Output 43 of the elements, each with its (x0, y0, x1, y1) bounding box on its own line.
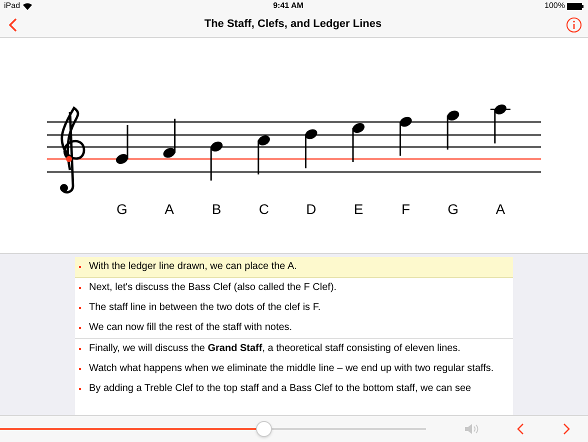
device-name: iPad (4, 0, 20, 12)
quarter-note (400, 116, 412, 156)
battery-percent: 100% (544, 0, 565, 12)
lesson-step[interactable]: We can now fill the rest of the staff with notes. (75, 318, 513, 338)
step-text: By adding a Treble Clef to the top staff and a Bass Clef to the bottom staff, we can see (89, 383, 472, 395)
note-label: A (496, 201, 506, 217)
lesson-step[interactable]: Finally, we will discuss the Grand Staff, a theoretical staff consisting of eleven lines. (75, 339, 513, 359)
progress-slider[interactable] (0, 421, 426, 437)
step-text: Next, let's discuss the Bass Clef (also called the F Clef). (89, 282, 337, 294)
quarter-note (304, 129, 318, 168)
lesson-step[interactable]: Next, let's discuss the Bass Clef (also called the F Clef). (75, 278, 513, 298)
step-text: Watch what happens when we eliminate the middle line – we end up with two regular staffs. (89, 363, 494, 375)
note-label: F (402, 201, 410, 217)
wifi-icon (23, 2, 32, 10)
battery-icon (567, 2, 584, 10)
note-label: G (448, 201, 459, 217)
quarter-note (258, 135, 270, 174)
quarter-note (163, 118, 176, 158)
lesson-step[interactable]: The staff line in between the two dots of the clef is F. (75, 298, 513, 318)
note-label: A (164, 201, 174, 217)
quarter-note (116, 125, 128, 164)
lesson-step[interactable]: By adding a Treble Clef to the top staff and a Bass Clef to the bottom staff, we can see (75, 379, 513, 399)
note-label: E (354, 201, 364, 217)
treble-clef-icon (60, 106, 86, 194)
quarter-note (210, 142, 223, 181)
quarter-note (446, 110, 460, 150)
status-time: 9:41 AM (273, 0, 304, 12)
slider-thumb[interactable] (256, 421, 272, 437)
info-button[interactable] (566, 16, 582, 32)
page-title: The Staff, Clefs, and Ledger Lines (204, 17, 382, 32)
note-label: D (306, 201, 316, 217)
note-label: B (212, 201, 222, 217)
lesson-step[interactable]: With the ledger line drawn, we can place the A. (75, 257, 513, 278)
note-label: C (258, 201, 269, 217)
lesson-step[interactable]: Watch what happens when we eliminate the middle line – we end up with two regular staffs. (75, 359, 513, 379)
step-text: The staff line in between the two dots of the clef is F. (89, 302, 321, 314)
step-text: With the ledger line drawn, we can place the A. (89, 261, 297, 273)
speaker-icon (464, 423, 480, 435)
quarter-note (490, 104, 510, 144)
step-text: We can now fill the rest of the staff with notes. (89, 322, 292, 334)
step-text: Finally, we will discuss the Grand Staff, a theoretical staff consisting of eleven lines. (89, 343, 460, 355)
quarter-note (352, 123, 365, 162)
note-label: G (116, 201, 128, 217)
